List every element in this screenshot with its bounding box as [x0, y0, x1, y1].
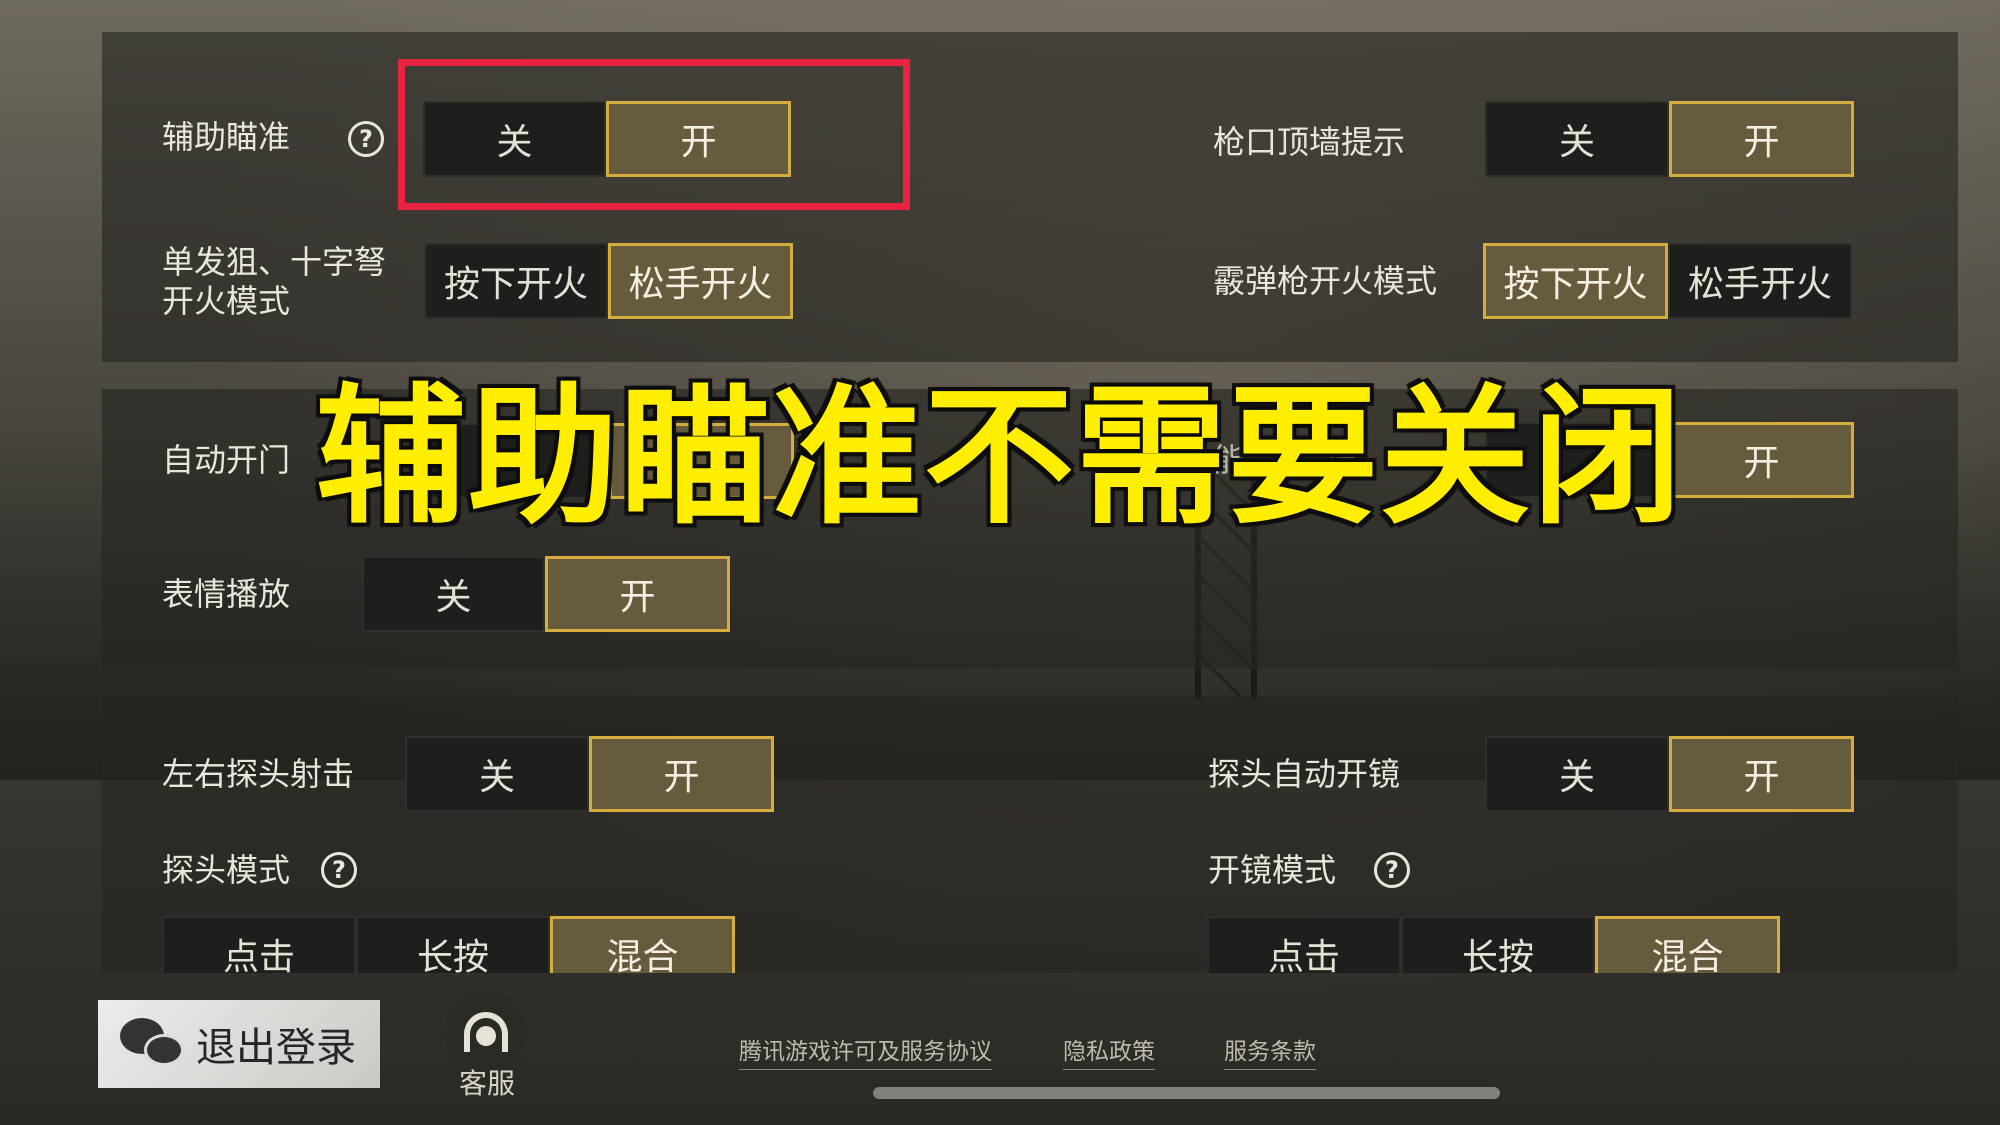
peek-mode-mixed-button[interactable]: 混合 — [550, 916, 735, 973]
shotgun-release-fire-button[interactable]: 松手开火 — [1668, 243, 1852, 319]
sniper-release-fire-button[interactable]: 松手开火 — [608, 243, 793, 319]
logout-label: 退出登录 — [196, 1025, 356, 1071]
muzzle-wall-hint-toggle: 关 开 — [1485, 101, 1854, 177]
peek-fire-on-button[interactable]: 开 — [589, 736, 774, 812]
peek-fire-label: 左右探头射击 — [162, 755, 355, 793]
sniper-fire-mode-toggle: 按下开火 松手开火 — [424, 243, 793, 319]
muzzle-wall-hint-off-button[interactable]: 关 — [1485, 101, 1669, 177]
emote-play-on-button[interactable]: 开 — [545, 556, 730, 632]
annotation-highlight-box — [398, 59, 910, 210]
overlay-caption: 辅助瞄准不需要关闭 — [314, 369, 1684, 547]
scope-mode-selector: 点击 长按 混合 — [1207, 916, 1780, 973]
peek-mode-hold-button[interactable]: 长按 — [356, 916, 550, 973]
help-icon[interactable]: ? — [348, 121, 384, 157]
sniper-fire-mode-label-line2: 开火模式 — [162, 282, 291, 320]
peek-mode-label: 探头模式 — [162, 851, 291, 889]
terms-of-service-link[interactable]: 服务条款 — [1224, 1032, 1316, 1070]
scope-mode-tap-button[interactable]: 点击 — [1207, 916, 1401, 973]
scope-mode-mixed-button[interactable]: 混合 — [1595, 916, 1780, 973]
peek-auto-scope-off-button[interactable]: 关 — [1485, 736, 1669, 812]
help-icon[interactable]: ? — [1374, 852, 1410, 888]
customer-service-button[interactable]: 客服 — [432, 990, 542, 1110]
peek-fire-toggle: 关 开 — [405, 736, 774, 812]
muzzle-wall-hint-on-button[interactable]: 开 — [1669, 101, 1854, 177]
shotgun-fire-mode-toggle: 按下开火 松手开火 — [1483, 243, 1852, 319]
auto-door-label: 自动开门 — [162, 441, 291, 479]
customer-service-label: 客服 — [458, 1067, 515, 1100]
wechat-icon — [120, 1018, 184, 1070]
home-indicator[interactable] — [873, 1087, 1500, 1099]
peek-auto-scope-toggle: 关 开 — [1485, 736, 1854, 812]
peek-mode-tap-button[interactable]: 点击 — [162, 916, 356, 973]
peek-fire-off-button[interactable]: 关 — [405, 736, 589, 812]
logout-button[interactable]: 退出登录 — [98, 1000, 380, 1088]
scope-mode-label: 开镜模式 — [1208, 851, 1337, 889]
shotgun-fire-mode-label: 霰弹枪开火模式 — [1213, 262, 1438, 300]
peek-mode-selector: 点击 长按 混合 — [162, 916, 735, 973]
muzzle-wall-hint-label: 枪口顶墙提示 — [1213, 123, 1406, 161]
privacy-policy-link[interactable]: 隐私政策 — [1063, 1032, 1155, 1070]
emote-play-off-button[interactable]: 关 — [362, 556, 545, 632]
shotgun-press-fire-button[interactable]: 按下开火 — [1483, 243, 1668, 319]
peek-auto-scope-on-button[interactable]: 开 — [1669, 736, 1854, 812]
sniper-press-fire-button[interactable]: 按下开火 — [424, 243, 608, 319]
help-icon[interactable]: ? — [321, 852, 357, 888]
aim-assist-label: 辅助瞄准 — [162, 118, 291, 156]
emote-play-toggle: 关 开 — [362, 556, 730, 632]
scope-mode-hold-button[interactable]: 长按 — [1401, 916, 1595, 973]
peek-auto-scope-label: 探头自动开镜 — [1208, 755, 1401, 793]
emote-play-label: 表情播放 — [162, 575, 291, 613]
license-agreement-link[interactable]: 腾讯游戏许可及服务协议 — [739, 1032, 992, 1070]
sniper-fire-mode-label-line1: 单发狙、十字弩 — [162, 243, 387, 281]
